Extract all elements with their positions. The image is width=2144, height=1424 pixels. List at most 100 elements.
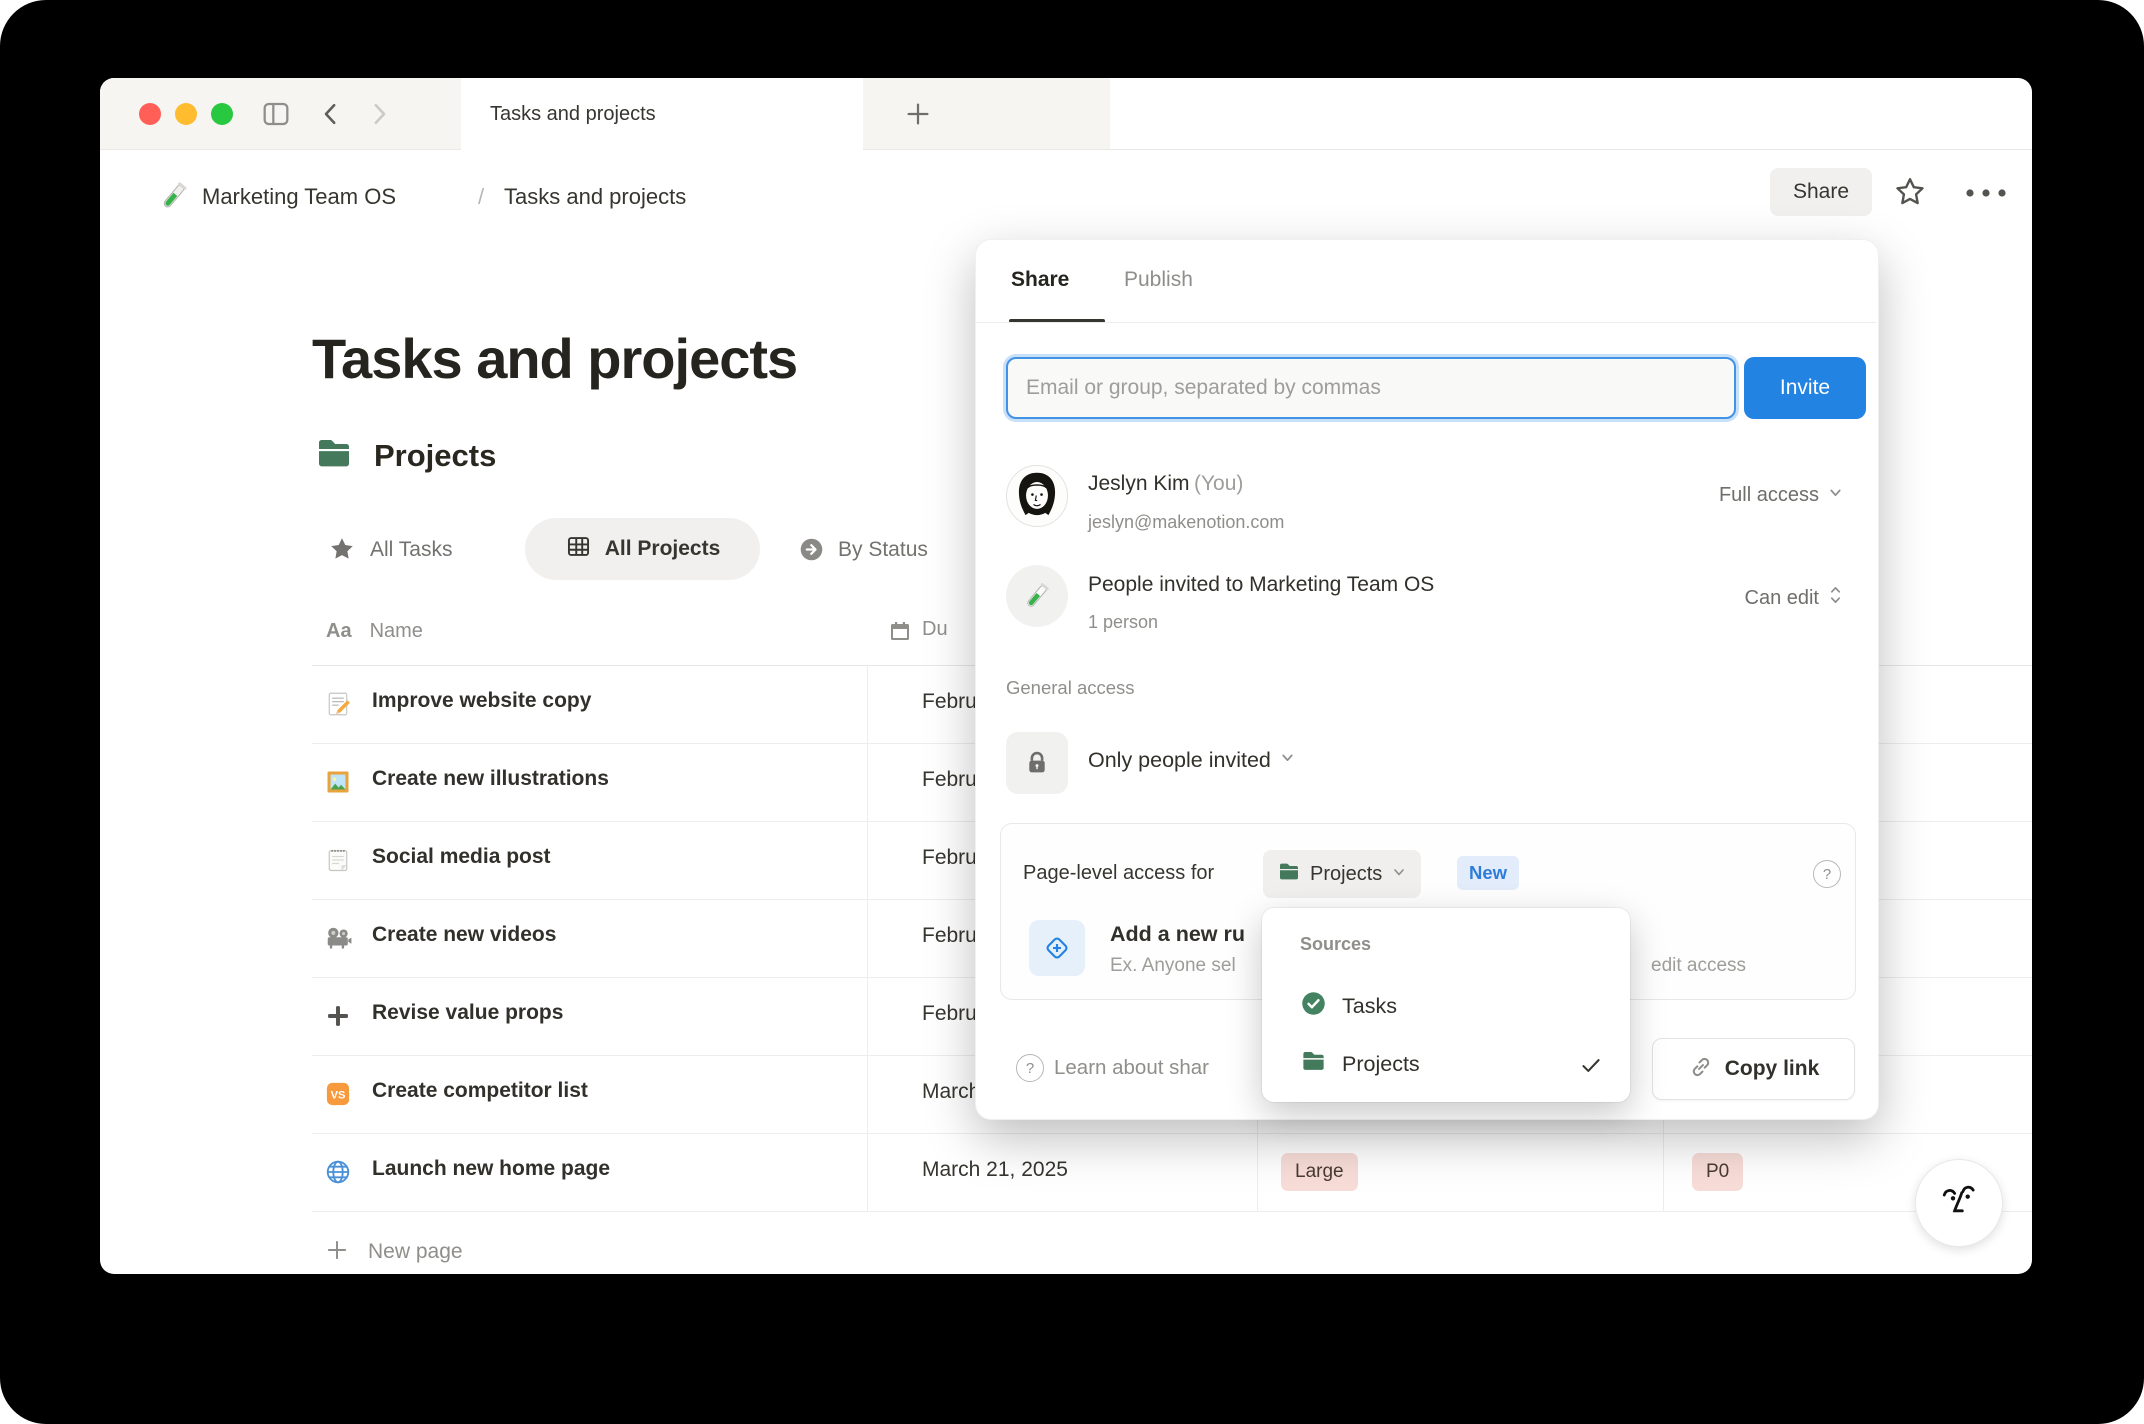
person-name-line: Jeslyn Kim (You): [1088, 472, 1243, 496]
sources-menu-title: Sources: [1300, 934, 1372, 954]
test-tube-icon: [157, 179, 191, 218]
general-access-dropdown[interactable]: Only people invited: [1088, 748, 1296, 773]
tab-bar: Tasks and projects: [100, 78, 2032, 150]
tab-tasks-and-projects[interactable]: Tasks and projects: [461, 78, 863, 150]
size-badge[interactable]: Large: [1281, 1153, 1358, 1191]
sources-menu-item-projects[interactable]: Projects: [1262, 1040, 1630, 1088]
help-icon[interactable]: ?: [1813, 860, 1841, 888]
person-access-value: Full access: [1718, 484, 1819, 506]
notion-ai-face-button[interactable]: [1915, 1159, 2003, 1247]
add-rule-hint-end: edit access: [1651, 955, 1747, 976]
close-window-button[interactable]: [139, 103, 161, 125]
row-due: March: [922, 1080, 981, 1103]
table-row[interactable]: Launch new home page March 21, 2025 Larg…: [312, 1133, 2032, 1212]
row-name: Create new videos: [372, 923, 557, 946]
memo-icon: [324, 690, 352, 723]
row-name: Launch new home page: [372, 1157, 611, 1180]
sidebar-toggle-icon[interactable]: [260, 98, 292, 135]
lock-icon: [1006, 732, 1068, 794]
person-access-dropdown[interactable]: Full access: [1719, 484, 1844, 507]
breadcrumb-workspace[interactable]: Marketing Team OS: [202, 184, 396, 210]
folder-icon: [1300, 1048, 1327, 1080]
learn-about-sharing-link[interactable]: Learn about shar: [1054, 1056, 1209, 1080]
notion-window: Tasks and projects Marketing Team OS / T…: [100, 78, 2032, 1274]
row-name: Revise value props: [372, 1001, 564, 1024]
row-name: Improve website copy: [372, 689, 592, 712]
group-name: People invited to Marketing Team OS: [1088, 573, 1435, 596]
row-due: March 21, 2025: [922, 1158, 1068, 1181]
dialog-tab-publish[interactable]: Publish: [1124, 268, 1193, 292]
zoom-window-button[interactable]: [211, 103, 233, 125]
view-by-status[interactable]: By Status: [838, 538, 928, 562]
breadcrumb-page[interactable]: Tasks and projects: [504, 184, 686, 210]
invite-email-input[interactable]: [1006, 357, 1736, 419]
help-icon: ?: [1016, 1054, 1044, 1082]
person-name: Jeslyn Kim: [1088, 472, 1190, 495]
folder-icon: [314, 434, 354, 479]
row-name: Social media post: [372, 845, 551, 868]
view-all-projects[interactable]: All Projects: [525, 518, 760, 580]
tab-title: Tasks and projects: [490, 102, 656, 125]
column-header-due[interactable]: Du: [922, 618, 948, 641]
plus-icon: [324, 1002, 352, 1035]
copy-link-button[interactable]: Copy link: [1652, 1038, 1855, 1100]
view-all-tasks[interactable]: All Tasks: [370, 538, 452, 562]
add-rule-title[interactable]: Add a new ru: [1110, 922, 1245, 947]
checkmark-icon: [1578, 1052, 1604, 1083]
breadcrumb-separator: /: [478, 184, 485, 209]
share-button-label: Share: [1792, 180, 1850, 203]
dialog-tab-share[interactable]: Share: [1011, 268, 1069, 292]
star-icon: [328, 535, 356, 568]
tab-bar-divider: [100, 149, 2032, 150]
general-access-label: General access: [1006, 677, 1135, 698]
new-badge: New: [1457, 856, 1520, 890]
invite-button-label: Invite: [1779, 376, 1831, 399]
group-access-value: Can edit: [1744, 586, 1820, 609]
minimize-window-button[interactable]: [175, 103, 197, 125]
status-arrow-icon: [798, 536, 825, 568]
chevron-down-icon: [1391, 864, 1407, 885]
section-title: Projects: [374, 438, 497, 473]
sources-item-label: Projects: [1342, 1051, 1420, 1076]
priority-badge[interactable]: P0: [1692, 1153, 1744, 1191]
folder-icon: [1277, 860, 1301, 889]
table-icon: [565, 533, 592, 565]
back-icon[interactable]: [316, 99, 346, 134]
projector-icon: [324, 924, 352, 957]
person-email: jeslyn@makenotion.com: [1088, 512, 1285, 532]
invite-button[interactable]: Invite: [1744, 357, 1866, 419]
screenshot-stage: Tasks and projects Marketing Team OS / T…: [0, 0, 2144, 1424]
new-tab-icon[interactable]: [903, 99, 933, 134]
general-access-value: Only people invited: [1088, 748, 1271, 772]
framed-picture-icon: [324, 768, 352, 801]
page-title: Tasks and projects: [312, 327, 798, 390]
calendar-icon: [888, 619, 912, 648]
link-icon: [1688, 1054, 1714, 1085]
group-access-dropdown[interactable]: Can edit: [1745, 584, 1845, 612]
plus-icon: [324, 1237, 350, 1268]
sources-menu: Sources Tasks Projects: [1262, 908, 1630, 1102]
chevron-up-down-icon: [1827, 584, 1844, 612]
row-name: Create new illustrations: [372, 767, 609, 790]
tab-bar-right-pane: [863, 78, 1110, 149]
dialog-tabs-divider: [976, 322, 1876, 323]
text-type-icon: Aa: [326, 620, 352, 642]
notion-face-icon: [1935, 1177, 1983, 1230]
group-meta: 1 person: [1088, 612, 1159, 632]
page-level-target-dropdown[interactable]: Projects: [1263, 850, 1422, 898]
workspace-avatar: [1006, 565, 1068, 627]
forward-icon[interactable]: [364, 99, 394, 134]
share-button[interactable]: Share: [1770, 168, 1872, 216]
chevron-down-icon: [1827, 484, 1844, 507]
add-rule-hint-start: Ex. Anyone sel: [1110, 955, 1236, 976]
more-options-icon[interactable]: [1962, 185, 2010, 206]
svg-text:VS: VS: [331, 1090, 346, 1102]
favorite-star-icon[interactable]: [1893, 175, 1927, 214]
row-name: Create competitor list: [372, 1079, 588, 1102]
check-circle-icon: [1300, 990, 1327, 1022]
new-page-button[interactable]: New page: [312, 1224, 463, 1274]
sources-menu-item-tasks[interactable]: Tasks: [1262, 982, 1630, 1030]
view-all-projects-label: All Projects: [604, 537, 721, 560]
column-header-name[interactable]: Name: [370, 620, 423, 643]
globe-icon: [324, 1158, 352, 1191]
